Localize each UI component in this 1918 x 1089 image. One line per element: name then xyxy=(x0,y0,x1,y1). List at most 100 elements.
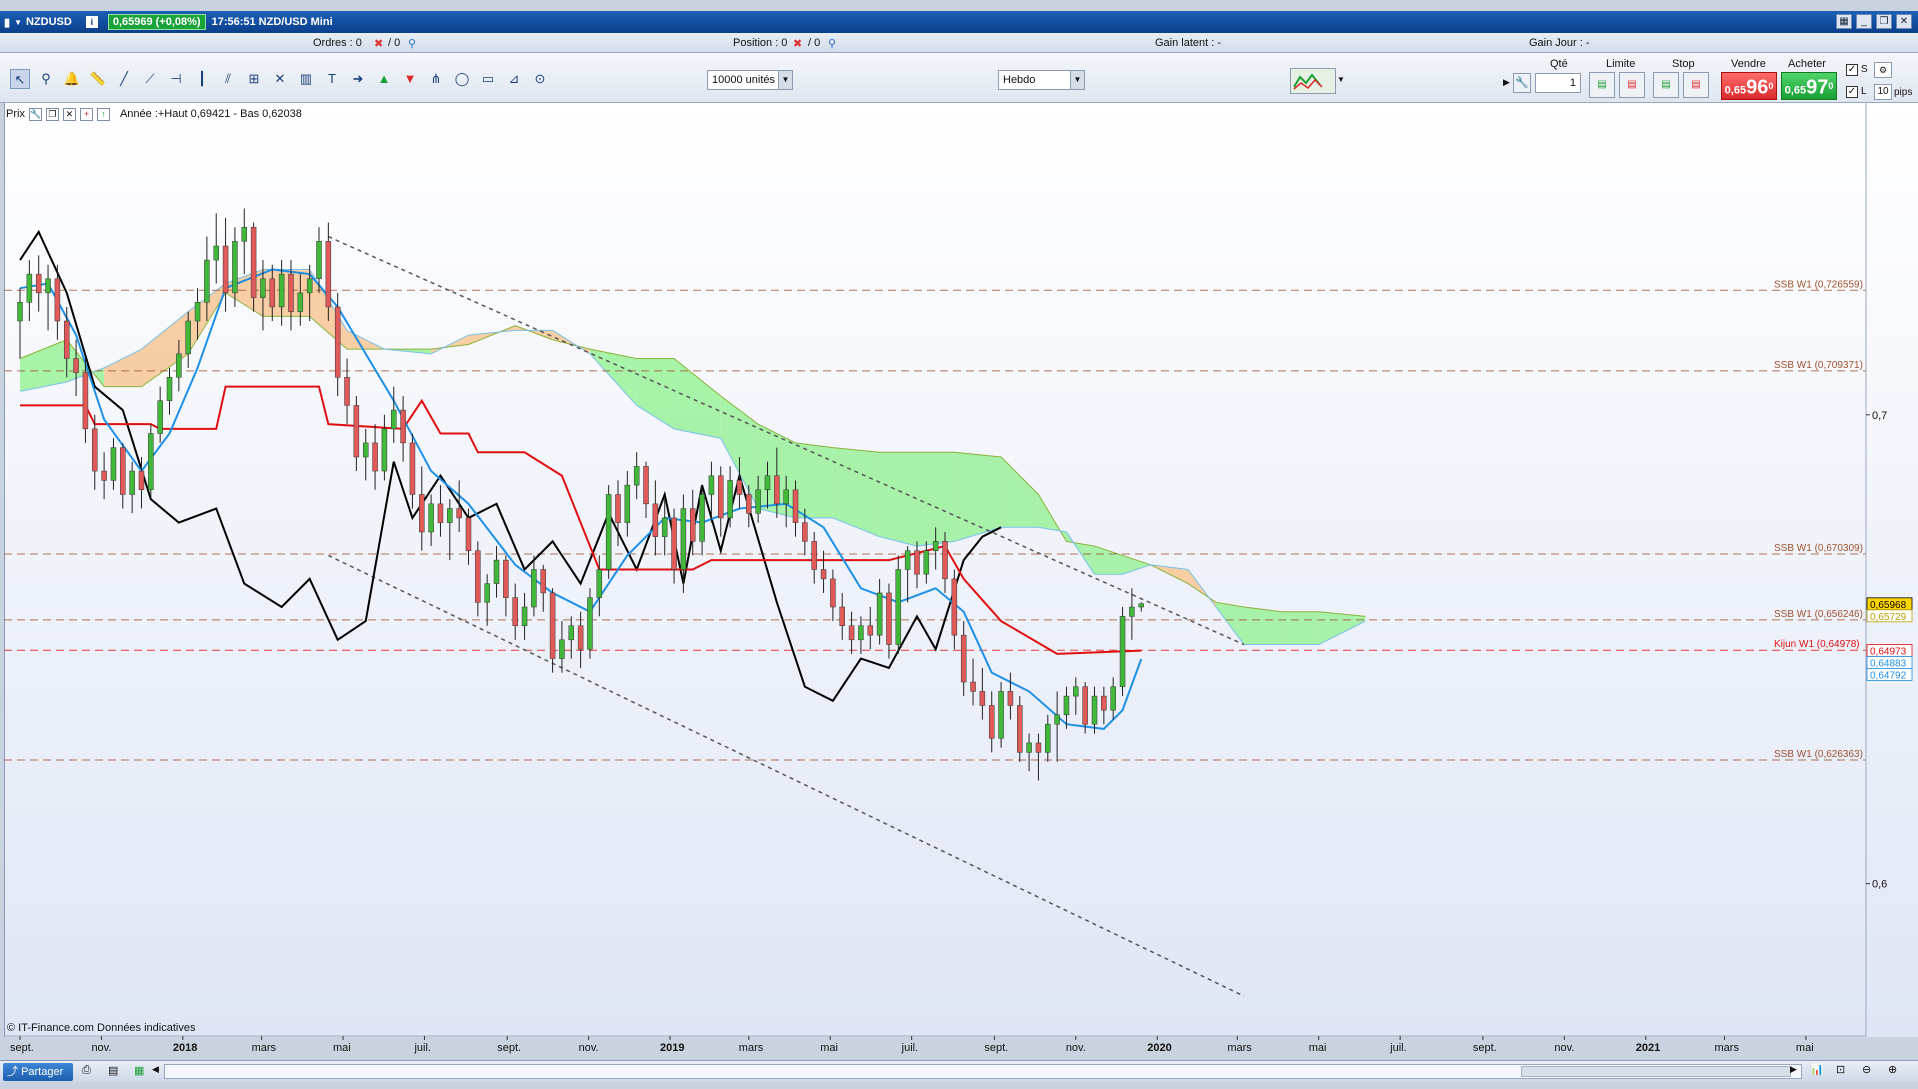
horizontal-scrollbar[interactable] xyxy=(164,1064,1802,1079)
time-axis-label: mai xyxy=(820,1042,838,1054)
panel-collapse-icon[interactable]: ▶ xyxy=(1503,77,1510,88)
time-axis-label: sept. xyxy=(1473,1042,1497,1054)
sell-price-main: 96 xyxy=(1746,76,1769,99)
rectangle-icon[interactable]: ▭ xyxy=(478,69,498,89)
chart-icon: ▮ xyxy=(4,16,11,29)
cancel-orders-icon[interactable]: ✖ xyxy=(374,37,383,50)
chart-area[interactable] xyxy=(4,103,1918,1037)
wrench-icon[interactable]: 🔧 xyxy=(1513,73,1531,93)
pitchfork-icon[interactable]: ⋔ xyxy=(426,69,446,89)
ellipse-icon[interactable]: ◯ xyxy=(452,69,472,89)
range-label: Année :+Haut 0,69421 - Bas 0,62038 xyxy=(119,108,302,120)
zoom-out-icon[interactable]: ⊖ xyxy=(1862,1063,1871,1076)
scroll-right-icon[interactable]: ▶ xyxy=(1790,1064,1797,1075)
price-badge: 0,65969 (+0,08%) xyxy=(107,14,206,30)
chevron-down-icon: ▼ xyxy=(1070,71,1084,89)
wrench-icon[interactable]: 🔧 xyxy=(28,107,42,121)
restore-button[interactable]: ❐ xyxy=(1876,14,1892,29)
time-axis-label: juil. xyxy=(413,1042,431,1054)
export-icon[interactable]: ▤ xyxy=(108,1064,118,1077)
position-link-icon[interactable]: ⚲ xyxy=(828,37,836,50)
pips-label: pips xyxy=(1894,87,1913,98)
pointer-settings-icon[interactable]: ⚙ xyxy=(1874,62,1892,78)
sell-button[interactable]: 0,65960 xyxy=(1721,72,1777,100)
indicators-button[interactable] xyxy=(1290,68,1336,94)
text-tool-icon[interactable]: T xyxy=(322,69,342,89)
gain-jour-label: Gain Jour : - xyxy=(1529,37,1590,49)
arrow-right-icon[interactable]: ➜ xyxy=(348,69,368,89)
close-position-icon[interactable]: ✖ xyxy=(793,37,802,50)
limit-buy-icon: ▤ xyxy=(1597,79,1607,90)
qty-input[interactable]: 1 xyxy=(1535,73,1581,93)
units-select[interactable]: 10000 unités ▼ xyxy=(707,70,793,90)
copy-icon[interactable]: ❐ xyxy=(45,107,59,121)
cycle-icon[interactable]: ⊙ xyxy=(530,69,550,89)
add-icon[interactable]: + xyxy=(79,107,93,121)
time-axis-label: nov. xyxy=(1066,1042,1086,1054)
limit-buy-button[interactable]: ▤ xyxy=(1589,72,1615,98)
buy-price-prefix: 0,65 xyxy=(1784,84,1807,97)
trendline-icon[interactable]: ╱ xyxy=(114,69,134,89)
close-icon[interactable]: ✕ xyxy=(62,107,76,121)
position-label: Position : 0 xyxy=(733,37,788,49)
layout-icon[interactable]: ▦ xyxy=(1836,14,1852,29)
window-title-bar: ▮ ▼ NZDUSD i 0,65969 (+0,08%) 17:56:51 N… xyxy=(0,11,1918,33)
pointer-tool-icon[interactable]: ↖ xyxy=(10,69,30,89)
time-axis-label: nov. xyxy=(1554,1042,1574,1054)
orders-count: / 0 xyxy=(388,37,401,49)
grid-icon[interactable]: ▦ xyxy=(134,1064,144,1077)
dropdown-arrow-icon: ▼ xyxy=(14,17,22,27)
symbol-selector[interactable]: ▮ ▼ NZDUSD xyxy=(4,16,72,29)
scroll-left-icon[interactable]: ◀ xyxy=(152,1064,159,1075)
fibonacci-icon[interactable]: ⊞ xyxy=(244,69,264,89)
chart-type-icon[interactable]: 📊 xyxy=(1810,1063,1824,1076)
indicators-dropdown-icon[interactable]: ▼ xyxy=(1337,75,1345,84)
period-select[interactable]: Hebdo ▼ xyxy=(998,70,1085,90)
chart-legend: Prix 🔧 ❐ ✕ + ↑ Année :+Haut 0,69421 - Ba… xyxy=(6,106,302,122)
retracement-icon[interactable]: ▥ xyxy=(296,69,316,89)
gain-latent-label: Gain latent : - xyxy=(1155,37,1222,49)
time-axis-label: sept. xyxy=(984,1042,1008,1054)
horizontal-line-icon[interactable]: ⊣ xyxy=(166,69,186,89)
bottom-bar: ⤴ Partager ⎙ ▤ ▦ ◀ ▶ 📊 ⊡ ⊖ ⊕ xyxy=(0,1060,1918,1082)
zoom-in-icon[interactable]: ⊕ xyxy=(1888,1063,1897,1076)
fan-icon[interactable]: ✕ xyxy=(270,69,290,89)
alert-bell-icon[interactable]: 🔔 xyxy=(62,69,82,89)
limit-sell-icon: ▤ xyxy=(1627,79,1637,90)
gann-icon[interactable]: ⊿ xyxy=(504,69,524,89)
stop-sell-button[interactable]: ▤ xyxy=(1683,72,1709,98)
buy-button[interactable]: 0,65970 xyxy=(1781,72,1837,100)
limit-checkbox[interactable]: ✓ xyxy=(1846,86,1858,98)
zoom-fit-icon[interactable]: ⊡ xyxy=(1836,1063,1845,1076)
pips-input[interactable]: 10 xyxy=(1874,84,1892,100)
limit-sell-button[interactable]: ▤ xyxy=(1619,72,1645,98)
l-label: L xyxy=(1861,86,1867,97)
info-icon[interactable]: i xyxy=(85,16,98,28)
s-label: S xyxy=(1861,64,1868,75)
time-axis-label: nov. xyxy=(579,1042,599,1054)
share-label: Partager xyxy=(21,1066,64,1078)
ruler-icon[interactable]: 📏 xyxy=(88,69,108,89)
channel-icon[interactable]: ⫽ xyxy=(218,69,238,89)
ray-line-icon[interactable]: ⟋ xyxy=(140,69,160,89)
zoom-tool-icon[interactable]: ⚲ xyxy=(36,69,56,89)
buy-label: Acheter xyxy=(1788,58,1826,70)
share-button[interactable]: ⤴ Partager xyxy=(3,1063,73,1081)
stop-buy-button[interactable]: ▤ xyxy=(1653,72,1679,98)
time-axis-label: 2020 xyxy=(1147,1042,1171,1054)
copyright: © IT-Finance.com Données indicatives xyxy=(7,1022,196,1034)
time-axis-label: mai xyxy=(333,1042,351,1054)
vertical-line-icon[interactable]: ┃ xyxy=(192,69,212,89)
close-button[interactable]: ✕ xyxy=(1896,14,1912,29)
minimize-button[interactable]: _ xyxy=(1856,14,1872,29)
trading-app: ▮ ▼ NZDUSD i 0,65969 (+0,08%) 17:56:51 N… xyxy=(0,0,1918,1089)
sell-price-prefix: 0,65 xyxy=(1724,84,1747,97)
arrow-down-icon[interactable]: ▼ xyxy=(400,69,420,89)
scrollbar-thumb[interactable] xyxy=(1521,1066,1791,1077)
orders-link-icon[interactable]: ⚲ xyxy=(408,37,416,50)
up-arrow-icon[interactable]: ↑ xyxy=(96,107,110,121)
symbol-label: NZDUSD xyxy=(25,16,72,28)
print-icon[interactable]: ⎙ xyxy=(82,1064,91,1077)
arrow-up-icon[interactable]: ▲ xyxy=(374,69,394,89)
stop-checkbox[interactable]: ✓ xyxy=(1846,64,1858,76)
